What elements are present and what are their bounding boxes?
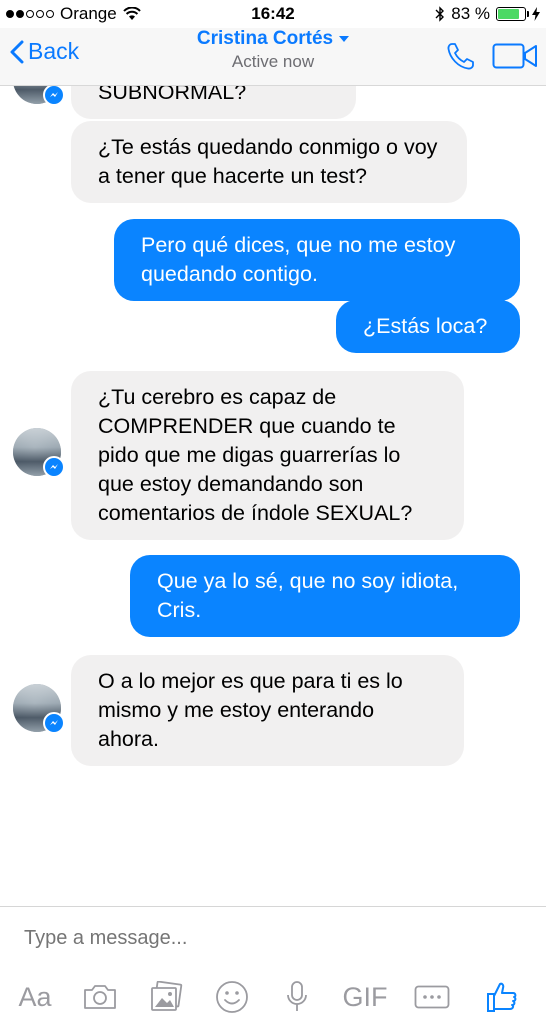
contact-avatar[interactable] [13,428,65,478]
text-formatting-button[interactable]: Aa [14,977,56,1017]
incoming-message[interactable]: ¿Tu cerebro es capaz de COMPRENDER que c… [71,371,464,540]
message-text: SUBNORMAL? [98,86,247,104]
battery-icon [496,7,529,21]
message-input[interactable] [24,927,524,950]
status-right: 83 % [435,4,540,24]
outgoing-message[interactable]: Pero qué dices, que no me estoy quedando… [114,219,520,301]
gallery-button[interactable] [148,977,184,1017]
message-text: Pero qué dices, que no me estoy quedando… [141,233,456,286]
message-text: ¿Te estás quedando conmigo o voy a tener… [98,135,438,188]
conversation-header: Back Cristina Cortés Active now [0,28,546,86]
contact-avatar[interactable] [13,684,65,734]
mic-icon [287,981,307,1011]
camera-button[interactable] [80,977,120,1017]
message-text: ¿Estás loca? [363,314,488,338]
camera-icon [84,985,116,1009]
thumbs-up-icon [487,982,517,1012]
more-icon [414,985,450,1009]
message-text: ¿Tu cerebro es capaz de COMPRENDER que c… [98,385,413,525]
caret-down-icon [339,35,350,42]
gallery-icon [151,981,183,1011]
contact-name: Cristina Cortés [196,28,350,50]
voice-button[interactable] [282,977,312,1017]
battery-percent: 83 % [451,4,490,23]
outgoing-message[interactable]: ¿Estás loca? [336,300,520,353]
bluetooth-icon [435,6,445,22]
incoming-message[interactable]: SUBNORMAL? [71,86,356,119]
composer-toolbar: Aa GIF [0,977,546,1021]
gif-button[interactable]: GIF [340,977,390,1017]
messenger-badge-icon [43,712,65,734]
phone-call-button[interactable] [446,41,476,71]
incoming-message[interactable]: O a lo mejor es que para ti es lo mismo … [71,655,464,766]
like-button[interactable] [482,977,522,1017]
message-list[interactable]: SUBNORMAL? ¿Te estás quedando conmigo o … [0,86,546,906]
messenger-badge-icon [43,456,65,478]
contact-name-text: Cristina Cortés [196,28,334,49]
outgoing-message[interactable]: Que ya lo sé, que no soy idiota, Cris. [130,555,520,637]
message-text: O a lo mejor es que para ti es lo mismo … [98,669,403,751]
video-call-button[interactable] [492,43,538,69]
contact-avatar[interactable] [13,86,65,106]
message-composer: Aa [0,906,546,1024]
emoji-button[interactable] [214,977,250,1017]
gif-label: GIF [342,981,388,1012]
emoji-icon [216,981,248,1013]
charging-icon [532,7,540,21]
incoming-message[interactable]: ¿Te estás quedando conmigo o voy a tener… [71,121,467,203]
message-text: Que ya lo sé, que no soy idiota, Cris. [157,569,459,622]
text-tool-label: Aa [18,981,52,1012]
messenger-badge-icon [43,86,65,106]
more-options-button[interactable] [412,977,452,1017]
status-bar: Orange 16:42 83 % [0,0,546,28]
